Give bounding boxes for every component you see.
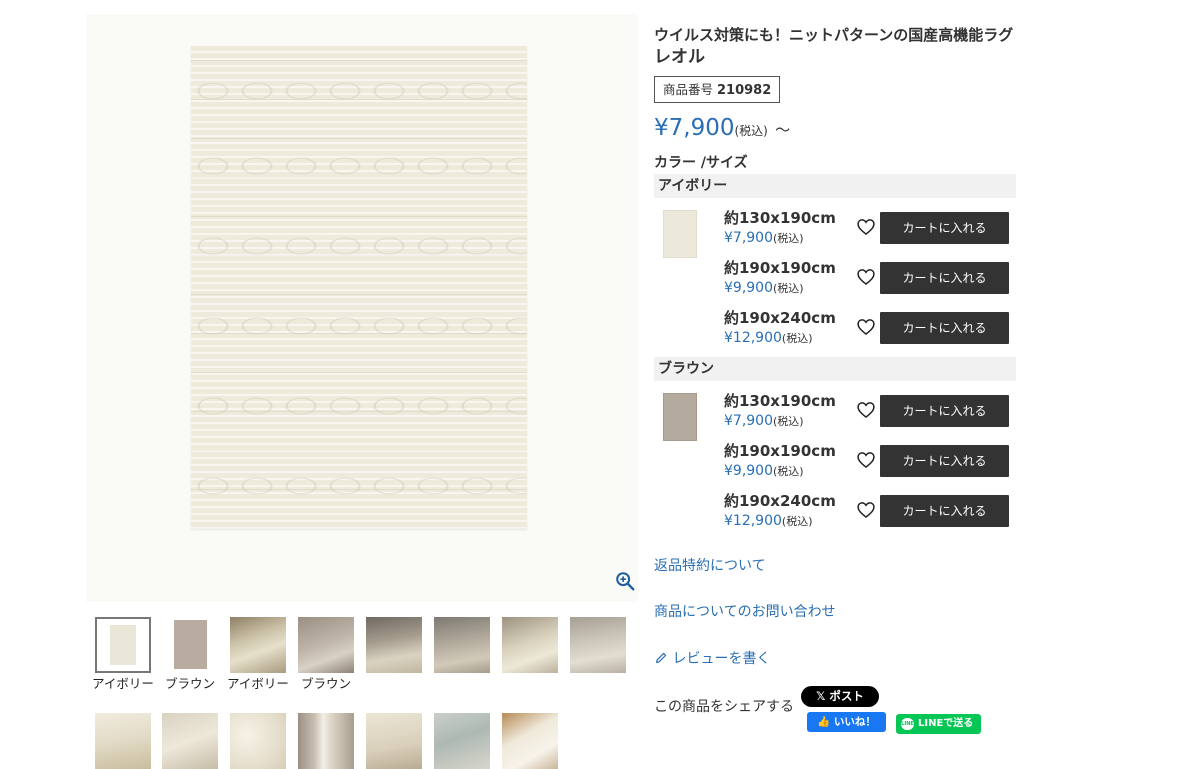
thumbnail-ivory[interactable] xyxy=(95,617,151,673)
size-price: ¥12,900(税込) xyxy=(724,329,813,348)
size-price-value: ¥12,900 xyxy=(724,513,782,529)
thumbnail-detail-4[interactable] xyxy=(366,713,422,769)
share-label: この商品をシェアする xyxy=(654,699,794,715)
favorite-heart-icon[interactable] xyxy=(856,217,876,237)
x-post-button[interactable]: 𝕏 ポスト xyxy=(801,686,879,707)
product-name: レオル xyxy=(654,47,705,67)
line-send-button[interactable]: LINE LINEで送る xyxy=(896,714,981,734)
size-price-tax: (税込) xyxy=(781,515,813,528)
size-price-tax: (税込) xyxy=(781,332,813,345)
thumbnail-brown[interactable] xyxy=(162,617,218,673)
size-label: 約130x190cm xyxy=(724,209,836,227)
thumbnail-detail-1[interactable] xyxy=(95,713,151,769)
product-title: ウイルス対策にも！ニットパターンの国産高機能ラグ レオル xyxy=(654,24,1024,68)
thumbnail-thickness[interactable] xyxy=(298,713,354,769)
zoom-in-icon[interactable] xyxy=(614,570,636,592)
facebook-like-button[interactable]: 👍 いいね！ xyxy=(807,712,886,732)
add-to-cart-button[interactable]: カートに入れる xyxy=(880,312,1009,344)
size-label: 約130x190cm xyxy=(724,392,836,410)
size-price-tax: (税込) xyxy=(773,282,804,295)
product-title-main: ウイルス対策にも！ニットパターンの国産高機能ラグ xyxy=(654,26,1014,44)
thumbnail-child-scene[interactable] xyxy=(366,617,422,673)
size-price-value: ¥12,900 xyxy=(724,330,782,346)
size-price-value: ¥9,900 xyxy=(724,463,773,479)
size-label: 約190x190cm xyxy=(724,259,836,277)
options-section-label: カラー /サイズ xyxy=(654,155,748,171)
size-price-tax: (税込) xyxy=(773,415,804,428)
size-price: ¥9,900(税込) xyxy=(724,279,804,298)
thumbnail-caption: ブラウン xyxy=(164,676,215,691)
size-price-tax: (税込) xyxy=(773,232,804,245)
add-to-cart-button[interactable]: カートに入れる xyxy=(880,395,1009,427)
swatch-ivory xyxy=(663,210,697,258)
size-price-tax: (税込) xyxy=(773,465,804,478)
size-price: ¥7,900(税込) xyxy=(724,412,804,431)
facebook-like-label: いいね！ xyxy=(833,716,876,728)
thumbnail-caption: アイボリー xyxy=(92,676,154,691)
size-price-value: ¥7,900 xyxy=(724,230,773,246)
thumbnail-room-brown[interactable] xyxy=(298,617,354,673)
price-suffix: ～ xyxy=(775,121,791,139)
thumbnail-backside[interactable] xyxy=(434,713,490,769)
add-to-cart-button[interactable]: カートに入れる xyxy=(880,212,1009,244)
thumbnail-living-scene[interactable] xyxy=(502,617,558,673)
color-header-brown: ブラウン xyxy=(654,357,1016,381)
favorite-heart-icon[interactable] xyxy=(856,317,876,337)
thumbs-up-icon: 👍 xyxy=(817,716,831,728)
color-header-ivory: アイボリー xyxy=(654,174,1016,198)
favorite-heart-icon[interactable] xyxy=(856,400,876,420)
favorite-heart-icon[interactable] xyxy=(856,267,876,287)
size-label: 約190x240cm xyxy=(724,492,836,510)
line-logo-icon: LINE xyxy=(901,718,914,730)
main-price-value: ¥7,900 xyxy=(654,115,735,141)
pencil-icon xyxy=(656,652,667,663)
write-review-label: レビューを書く xyxy=(672,651,771,667)
returns-policy-link[interactable]: 返品特約について xyxy=(654,556,766,576)
product-inquiry-link[interactable]: 商品についてのお問い合わせ xyxy=(654,602,836,622)
tax-label: (税込) xyxy=(734,124,768,138)
main-price: ¥7,900(税込) ～ xyxy=(654,112,790,147)
thumbnail-room-ivory[interactable] xyxy=(230,617,286,673)
product-code-label: 商品番号 xyxy=(663,82,714,97)
favorite-heart-icon[interactable] xyxy=(856,500,876,520)
add-to-cart-button[interactable]: カートに入れる xyxy=(880,445,1009,477)
size-price: ¥7,900(税込) xyxy=(724,229,804,248)
thumbnail-fold[interactable] xyxy=(502,713,558,769)
rug-photo xyxy=(191,46,527,529)
x-post-label: ポスト xyxy=(829,689,864,703)
thumbnail-detail-2[interactable] xyxy=(162,713,218,769)
add-to-cart-button[interactable]: カートに入れる xyxy=(880,262,1009,294)
product-code-box: 商品番号 210982 xyxy=(654,76,781,103)
thumbnail-detail-3[interactable] xyxy=(230,713,286,769)
thumbnail-texture-closeup[interactable] xyxy=(570,617,626,673)
size-price: ¥12,900(税込) xyxy=(724,512,813,531)
thumbnail-caption: ブラウン xyxy=(300,676,351,691)
write-review-link[interactable]: レビューを書く xyxy=(654,649,770,669)
product-code-value: 210982 xyxy=(717,83,772,98)
thumbnail-floor-scene[interactable] xyxy=(434,617,490,673)
favorite-heart-icon[interactable] xyxy=(856,450,876,470)
thumbnail-caption: アイボリー xyxy=(227,676,289,691)
x-logo-icon: 𝕏 xyxy=(816,689,826,703)
line-send-label: LINEで送る xyxy=(918,718,974,729)
add-to-cart-button[interactable]: カートに入れる xyxy=(880,495,1009,527)
size-price-value: ¥7,900 xyxy=(724,413,773,429)
main-product-image[interactable] xyxy=(86,14,638,602)
swatch-brown xyxy=(663,393,697,441)
size-price-value: ¥9,900 xyxy=(724,280,773,296)
size-price: ¥9,900(税込) xyxy=(724,462,804,481)
size-label: 約190x240cm xyxy=(724,309,836,327)
size-label: 約190x190cm xyxy=(724,442,836,460)
